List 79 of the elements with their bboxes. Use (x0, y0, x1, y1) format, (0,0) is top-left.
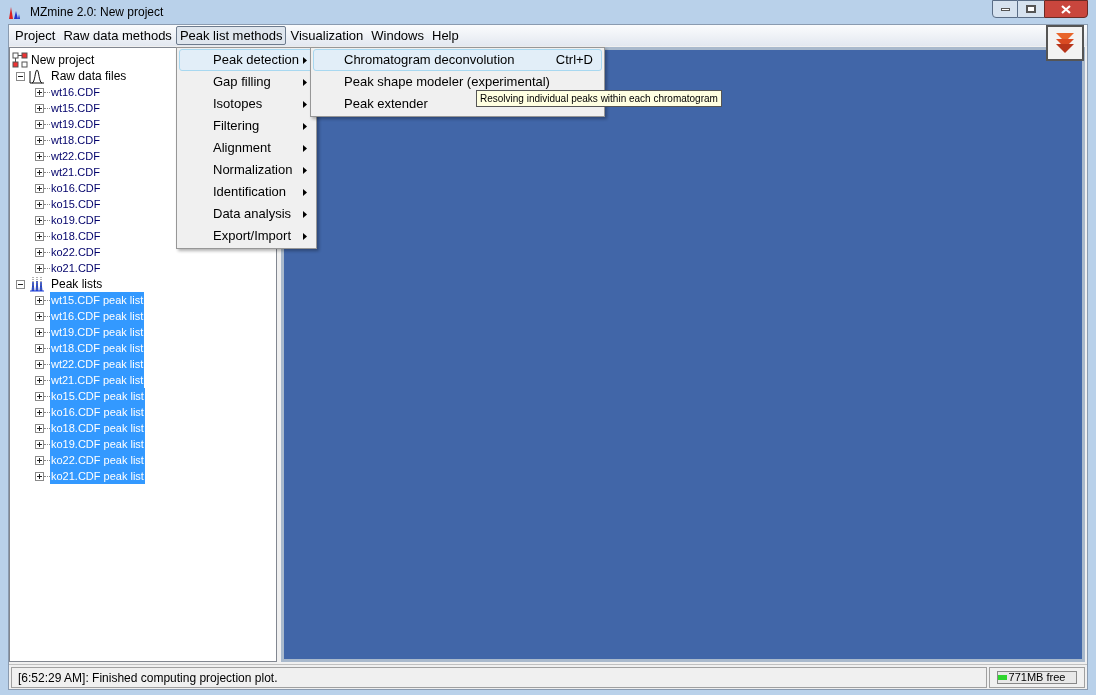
expand-icon[interactable] (35, 359, 44, 369)
expand-icon[interactable] (35, 311, 44, 321)
menu-entry[interactable]: Peak shape modeler (experimental) (313, 71, 602, 93)
project-icon (12, 52, 28, 68)
expand-icon[interactable] (35, 215, 44, 225)
expand-icon[interactable] (35, 231, 44, 241)
status-message: [6:52:29 AM]: Finished computing projection plot. (11, 666, 987, 688)
expand-icon[interactable] (35, 407, 44, 417)
tree-node[interactable]: wt18.CDF (50, 132, 101, 148)
submenu-arrow-icon (303, 210, 307, 218)
menu-entry[interactable]: Data analysis (179, 203, 314, 225)
expand-icon[interactable] (35, 119, 44, 129)
tree-node[interactable]: wt22.CDF (50, 148, 101, 164)
expand-icon[interactable] (35, 327, 44, 337)
double-down-arrow-icon (1055, 31, 1075, 54)
tree-node[interactable]: ko21.CDF (50, 260, 102, 276)
submenu-arrow-icon (303, 122, 307, 130)
expand-icon[interactable] (35, 439, 44, 449)
submenu-arrow-icon (303, 56, 307, 64)
menu-item[interactable]: Raw data methods (59, 26, 176, 45)
menu-entry[interactable]: Export/Import (179, 225, 314, 247)
tree-node[interactable]: ko19.CDF (50, 212, 102, 228)
submenu-arrow-icon (303, 232, 307, 240)
menu-entry[interactable]: Filtering (179, 115, 314, 137)
minimize-button[interactable] (992, 0, 1018, 18)
memory-label: 771MB free (1007, 671, 1067, 683)
expand-icon[interactable] (35, 103, 44, 113)
peaks-icon (29, 276, 45, 292)
expand-icon[interactable] (35, 183, 44, 193)
tree-node[interactable]: ko22.CDF (50, 244, 102, 260)
tree-node[interactable]: ko18.CDF (50, 228, 102, 244)
expand-icon[interactable] (35, 343, 44, 353)
menu-entry[interactable]: Identification (179, 181, 314, 203)
expand-icon[interactable] (35, 87, 44, 97)
submenu-arrow-icon (303, 78, 307, 86)
expand-icon[interactable] (35, 423, 44, 433)
expand-icon[interactable] (35, 295, 44, 305)
menu-item[interactable]: Peak list methods (175, 26, 287, 45)
menu-item[interactable]: Project (11, 26, 60, 45)
tree-node[interactable]: wt21.CDF (50, 164, 101, 180)
menu-entry[interactable]: Gap filling (179, 71, 314, 93)
tooltip: Resolving individual peaks within each chromatogram (476, 90, 722, 107)
submenu-arrow-icon (303, 188, 307, 196)
maximize-button[interactable] (1018, 0, 1044, 18)
tree-node[interactable]: wt16.CDF (50, 84, 101, 100)
menu-item[interactable]: Windows (367, 26, 428, 45)
collapse-icon[interactable] (16, 279, 25, 289)
expand-icon[interactable] (35, 375, 44, 385)
window-title: MZmine 2.0: New project (30, 4, 164, 21)
expand-icon[interactable] (35, 167, 44, 177)
expand-icon[interactable] (35, 151, 44, 161)
submenu-arrow-icon (303, 166, 307, 174)
tree-node[interactable]: ko15.CDF (50, 196, 102, 212)
menu-entry[interactable]: Chromatogram deconvolution Ctrl+D (313, 49, 602, 71)
menu-entry[interactable]: Isotopes (179, 93, 314, 115)
expand-icon[interactable] (35, 247, 44, 257)
menu-entry[interactable]: Normalization (179, 159, 314, 181)
menu-entry[interactable]: Alignment (179, 137, 314, 159)
submenu-arrow-icon (303, 100, 307, 108)
tree-node[interactable]: wt19.CDF (50, 116, 101, 132)
expand-icon[interactable] (35, 135, 44, 145)
collapse-icon[interactable] (16, 71, 25, 81)
expand-icon[interactable] (35, 263, 44, 273)
close-icon (1061, 4, 1071, 14)
tree-node[interactable]: wt15.CDF (50, 100, 101, 116)
tree-node[interactable]: Peak lists (51, 275, 103, 293)
expand-icon[interactable] (35, 455, 44, 465)
tree-node[interactable]: ko16.CDF (50, 180, 102, 196)
collapse-all-button[interactable] (1046, 24, 1084, 61)
menu-item[interactable]: Help (428, 26, 463, 45)
close-button[interactable] (1044, 0, 1088, 18)
menu-item[interactable]: Visualization (286, 26, 368, 45)
peak-icon (29, 68, 45, 84)
expand-icon[interactable] (35, 199, 44, 209)
submenu-arrow-icon (303, 144, 307, 152)
expand-icon[interactable] (35, 471, 44, 481)
tree-node[interactable]: Raw data files (51, 67, 127, 85)
expand-icon[interactable] (35, 391, 44, 401)
tree-node[interactable]: New project (31, 51, 95, 69)
